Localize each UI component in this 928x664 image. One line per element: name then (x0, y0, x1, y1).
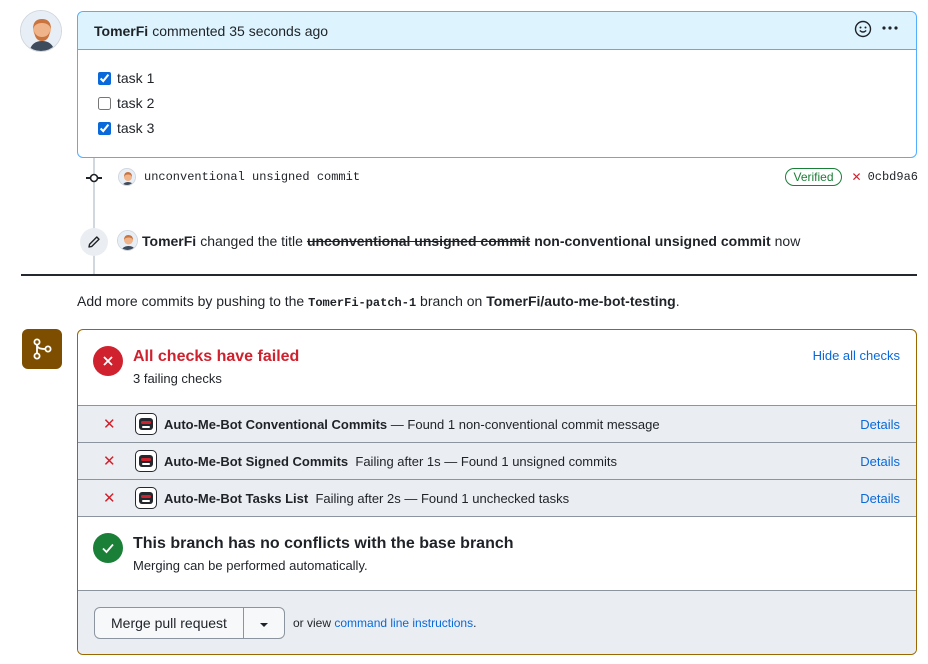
commit-message[interactable]: unconventional unsigned commit (144, 170, 360, 184)
push-note-prefix: Add more commits by pushing to the (77, 293, 305, 309)
comment-timestamp[interactable]: commented 35 seconds ago (152, 23, 328, 39)
check-description: Failing after 2s — Found 1 unchecked tas… (315, 490, 570, 506)
checks-subtitle: 3 failing checks (133, 371, 222, 386)
checks-summary: All checks have failed 3 failing checks … (78, 330, 916, 405)
title-change-time[interactable]: now (775, 233, 801, 249)
command-line-link[interactable]: command line instructions (334, 616, 473, 630)
commenter-avatar[interactable] (20, 10, 62, 52)
check-fail-icon: ✕ (103, 490, 116, 507)
commit-author-avatar[interactable] (118, 168, 136, 186)
check-row: ✕ Auto-Me-Bot Conventional Commits — Fou… (78, 405, 916, 442)
merge-pull-request-button[interactable]: Merge pull request (95, 608, 244, 638)
fail-x-icon (93, 346, 123, 376)
commit-row: unconventional unsigned commit Verified … (118, 167, 918, 187)
timeline-divider (21, 274, 917, 276)
merge-footer: Merge pull request or view command line … (78, 590, 916, 654)
comment-author[interactable]: TomerFi (94, 23, 148, 39)
task-item[interactable]: task 1 (98, 70, 154, 86)
commit-status-fail-icon[interactable]: ✕ (852, 170, 862, 184)
task-label: task 2 (117, 95, 155, 111)
commit-sha[interactable]: 0cbd9a6 (868, 170, 918, 184)
new-title: non-conventional unsigned commit (534, 232, 771, 249)
check-name: Auto-Me-Bot Signed Commits (164, 453, 349, 469)
check-name: Auto-Me-Bot Conventional Commits (164, 416, 388, 432)
pencil-icon (80, 228, 108, 256)
task-item[interactable]: task 3 (98, 120, 154, 136)
task-label: task 3 (117, 120, 155, 136)
git-commit-icon (86, 170, 102, 186)
old-title: unconventional unsigned commit (306, 232, 531, 249)
task-item[interactable]: task 2 (98, 95, 154, 111)
kebab-menu-icon[interactable] (880, 20, 900, 41)
cli-note-suffix: . (473, 616, 477, 630)
check-description: — Found 1 non-conventional commit messag… (390, 416, 660, 432)
smiley-icon[interactable] (854, 20, 872, 41)
title-change-author[interactable]: TomerFi (142, 233, 196, 249)
hide-checks-link[interactable]: Hide all checks (813, 348, 900, 363)
git-merge-icon (22, 329, 62, 369)
details-link[interactable]: Details (860, 491, 900, 506)
or-view-text: or view (293, 616, 332, 630)
verified-badge[interactable]: Verified (785, 168, 842, 186)
title-change-action: changed the title (200, 232, 303, 249)
repo-link[interactable]: TomerFi/auto-me-bot-testing (486, 293, 676, 309)
task-checkbox[interactable] (98, 121, 111, 135)
task-checkbox[interactable] (98, 71, 111, 85)
check-row: ✕ Auto-Me-Bot Tasks List Failing after 2… (78, 479, 916, 516)
task-checkbox[interactable] (98, 96, 111, 110)
check-name: Auto-Me-Bot Tasks List (164, 490, 309, 506)
merge-button-group: Merge pull request (94, 607, 285, 639)
task-label: task 1 (117, 70, 155, 86)
details-link[interactable]: Details (860, 454, 900, 469)
comment-header: TomerFi commented 35 seconds ago (78, 12, 916, 50)
bot-app-icon (135, 487, 157, 509)
title-change-avatar[interactable] (117, 230, 138, 251)
merge-box: All checks have failed 3 failing checks … (77, 329, 917, 655)
cli-instructions-note: or view command line instructions. (293, 616, 476, 630)
conflicts-title: This branch has no conflicts with the ba… (133, 535, 514, 552)
bot-app-icon (135, 413, 157, 435)
check-icon (93, 533, 123, 563)
conflicts-status: This branch has no conflicts with the ba… (78, 516, 916, 590)
check-fail-icon: ✕ (103, 453, 116, 470)
merge-options-dropdown[interactable] (244, 608, 284, 638)
details-link[interactable]: Details (860, 417, 900, 432)
checks-title: All checks have failed (133, 348, 300, 365)
check-row: ✕ Auto-Me-Bot Signed Commits Failing aft… (78, 442, 916, 479)
push-note-suffix: . (675, 293, 680, 309)
push-note: Add more commits by pushing to the Tomer… (77, 293, 680, 310)
comment-box: TomerFi commented 35 seconds ago task 1 … (77, 11, 917, 158)
push-note-middle: branch on (420, 293, 483, 309)
title-change-event: TomerFi changed the title unconventional… (117, 230, 800, 251)
branch-name[interactable]: TomerFi-patch-1 (308, 296, 416, 310)
caret-down-icon (259, 615, 269, 631)
bot-app-icon (135, 450, 157, 472)
check-fail-icon: ✕ (103, 416, 116, 433)
check-description: Failing after 1s — Found 1 unsigned comm… (355, 453, 617, 469)
conflicts-subtitle: Merging can be performed automatically. (133, 558, 368, 573)
